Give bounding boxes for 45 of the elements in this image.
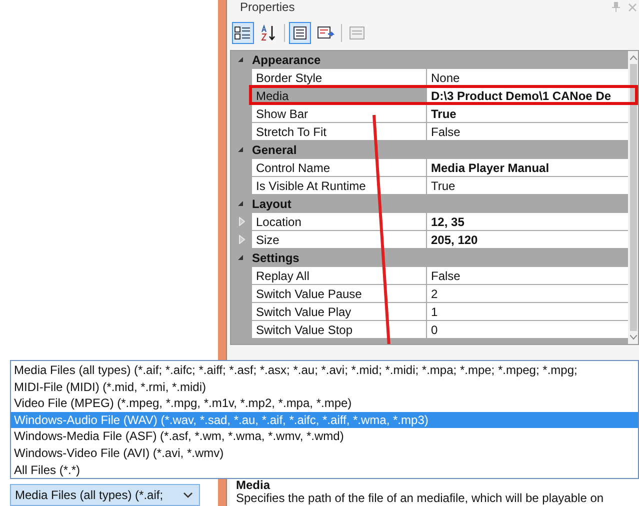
property-name[interactable]: Location <box>252 213 427 230</box>
list-option[interactable]: Windows-Video File (AVI) (*.avi, *.wmv) <box>11 444 638 462</box>
file-type-combo-box[interactable]: Media Files (all types) (*.aif; <box>10 484 200 506</box>
scroll-down-icon[interactable] <box>630 335 636 340</box>
category-header[interactable]: General <box>252 143 297 157</box>
collapse-arrow-icon[interactable] <box>238 147 244 153</box>
property-name[interactable]: Border Style <box>252 69 427 86</box>
property-value[interactable]: True <box>427 177 628 194</box>
categorized-view-icon[interactable] <box>232 22 254 44</box>
property-value[interactable]: 205, 120 <box>427 231 628 248</box>
property-value[interactable]: False <box>427 267 628 284</box>
property-name[interactable]: Is Visible At Runtime <box>252 177 427 194</box>
property-value[interactable]: 1 <box>427 303 628 320</box>
category-header[interactable]: Layout <box>252 197 292 211</box>
property-name[interactable]: Control Name <box>252 159 427 176</box>
property-value[interactable]: 12, 35 <box>427 213 628 230</box>
list-option[interactable]: MIDI-File (MIDI) (*.mid, *.rmi, *.midi) <box>11 378 638 396</box>
category-header[interactable]: Settings <box>252 251 300 265</box>
property-name[interactable]: Switch Value Pause <box>252 285 427 302</box>
scroll-up-icon[interactable] <box>630 55 636 60</box>
property-name[interactable]: Switch Value Stop <box>252 321 427 338</box>
list-option[interactable]: Video File (MPEG) (*.mpeg, *.mpg, *.m1v, *.mp2, *.mpa, *.mpe) <box>11 395 638 412</box>
list-option[interactable]: All Files (*.*) <box>11 462 638 478</box>
property-name[interactable]: Size <box>252 231 427 248</box>
property-name[interactable]: Show Bar <box>252 105 427 122</box>
chevron-down-icon <box>183 492 193 498</box>
panel-title: Properties <box>240 0 295 14</box>
category-header[interactable]: Appearance <box>252 53 321 67</box>
property-value[interactable]: 2 <box>427 285 628 302</box>
property-value[interactable]: False <box>427 123 628 140</box>
property-value[interactable]: None <box>427 69 628 86</box>
property-name[interactable]: Replay All <box>252 267 427 284</box>
property-value[interactable]: Media Player Manual <box>427 159 628 176</box>
property-value[interactable]: 0 <box>427 321 628 338</box>
list-option[interactable]: Windows-Media File (ASF) (*.asf, *.wm, *.wma, *.wmv, *.wmd) <box>11 428 638 445</box>
property-name[interactable]: Stretch To Fit <box>252 123 427 140</box>
list-icon[interactable] <box>289 22 311 44</box>
property-value[interactable]: True <box>427 105 628 122</box>
list-option[interactable]: Media Files (all types) (*.aif; *.aifc; *.aiff; *.asf; *.asx; *.au; *.avi; *.mid; *.midi; *.mpa; *.mpe; *.mpeg; *.mpg; <box>11 362 638 379</box>
collapse-arrow-icon[interactable] <box>238 255 244 261</box>
description-text: Specifies the path of the file of an mediafile, which will be playable on <box>236 492 605 505</box>
description-title: Media <box>236 479 272 492</box>
property-name[interactable]: Switch Value Play <box>252 303 427 320</box>
collapse-arrow-icon[interactable] <box>238 57 244 63</box>
collapse-arrow-icon[interactable] <box>238 201 244 207</box>
